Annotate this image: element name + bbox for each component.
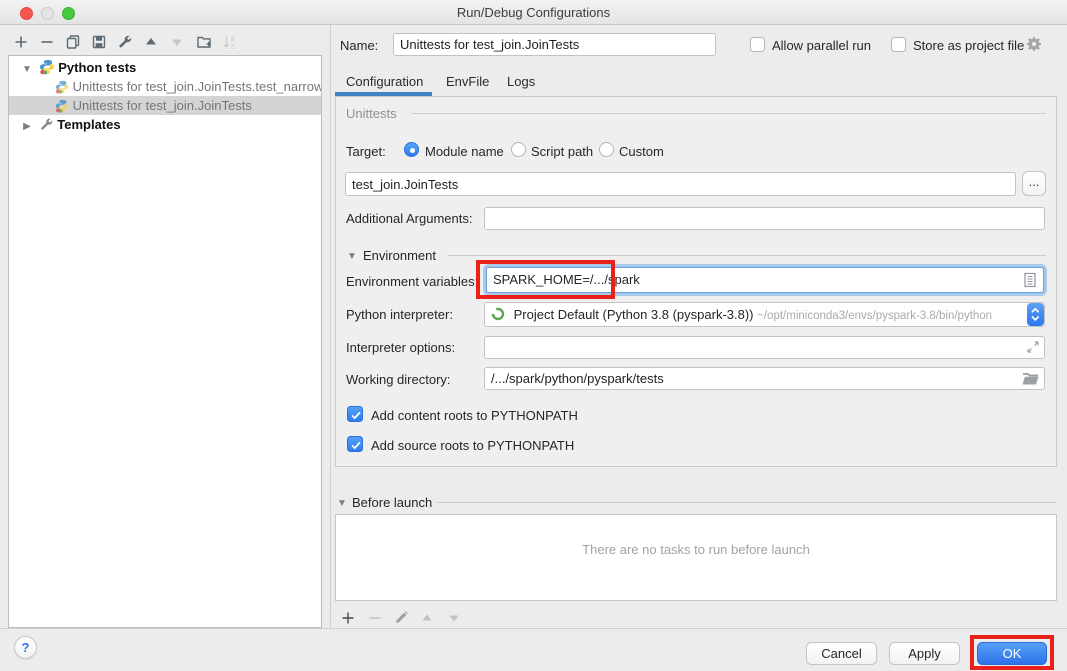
window-title: Run/Debug Configurations — [0, 5, 1067, 20]
tree-item-label: Templates — [57, 117, 120, 132]
title-bar: Run/Debug Configurations — [0, 0, 1067, 25]
svg-text:z: z — [231, 44, 235, 51]
copy-icon[interactable] — [65, 34, 81, 50]
collapse-arrow-icon[interactable]: ▼ — [337, 498, 347, 509]
environment-section-title[interactable]: Environment — [363, 248, 436, 263]
group-divider — [412, 113, 1046, 114]
section-divider — [437, 502, 1057, 503]
pane-splitter[interactable] — [330, 25, 331, 628]
new-folder-icon[interactable] — [196, 34, 212, 50]
collapse-arrow-icon[interactable]: ▼ — [347, 251, 357, 262]
tree-item-templates[interactable]: ▶ Templates — [9, 115, 321, 134]
apply-button[interactable]: Apply — [889, 642, 960, 665]
conda-env-icon — [491, 307, 505, 321]
move-up-icon[interactable] — [143, 34, 159, 50]
tree-item-label: Unittests for test_join.JoinTests — [73, 98, 252, 113]
edit-variables-icon[interactable] — [1023, 272, 1037, 288]
footer-divider — [0, 628, 1067, 629]
edit-task-icon — [394, 611, 408, 625]
radio-module-name-label: Module name — [425, 144, 504, 159]
python-interpreter-label: Python interpreter: — [346, 307, 453, 322]
python-interpreter-value: Project Default (Python 3.8 (pyspark-3.8… — [514, 307, 754, 322]
radio-script-path-label: Script path — [531, 144, 593, 159]
move-task-up-icon — [420, 611, 434, 625]
collapse-arrow-icon[interactable]: ▼ — [19, 60, 35, 77]
dropdown-stepper-icon[interactable] — [1027, 303, 1044, 326]
cancel-button[interactable]: Cancel — [806, 642, 877, 665]
ok-button[interactable]: OK — [977, 642, 1047, 665]
environment-variables-label: Environment variables: — [346, 274, 478, 289]
radio-script-path[interactable] — [511, 142, 526, 157]
add-source-roots-checkbox[interactable] — [347, 436, 363, 452]
move-task-down-icon — [447, 611, 461, 625]
run-debug-configurations-dialog: Run/Debug Configurations az ▼ Python tes… — [0, 0, 1067, 671]
python-test-icon — [55, 80, 69, 94]
additional-arguments-label: Additional Arguments: — [346, 211, 472, 226]
name-input[interactable] — [393, 33, 716, 56]
before-launch-empty-text: There are no tasks to run before launch — [335, 542, 1057, 557]
interpreter-options-input[interactable] — [484, 336, 1045, 359]
remove-task-icon — [368, 611, 382, 625]
expand-arrow-icon[interactable]: ▶ — [19, 117, 35, 134]
tree-item-python-tests[interactable]: ▼ Python tests — [9, 58, 321, 77]
environment-variables-input[interactable]: SPARK_HOME=/.../spark — [486, 267, 1044, 293]
store-as-project-file-label: Store as project file — [913, 38, 1024, 53]
wrench-icon — [39, 117, 54, 132]
radio-module-name[interactable] — [404, 142, 419, 157]
add-content-roots-label: Add content roots to PYTHONPATH — [371, 408, 578, 423]
tab-envfile[interactable]: EnvFile — [446, 74, 489, 89]
working-directory-input[interactable] — [484, 367, 1045, 390]
additional-arguments-input[interactable] — [484, 207, 1045, 230]
python-tests-icon — [39, 59, 55, 75]
store-as-project-file-checkbox[interactable] — [891, 37, 906, 52]
target-input[interactable] — [345, 172, 1016, 196]
section-divider — [448, 255, 1046, 256]
environment-variables-value: SPARK_HOME=/.../spark — [493, 272, 640, 287]
help-button[interactable]: ? — [14, 636, 37, 659]
wrench-icon[interactable] — [117, 34, 133, 50]
tree-item-unittest-narrow[interactable]: Unittests for test_join.JoinTests.test_n… — [9, 77, 321, 96]
python-test-icon — [55, 99, 69, 113]
browse-button[interactable]: ... — [1022, 171, 1046, 196]
svg-text:a: a — [231, 36, 235, 43]
name-label: Name: — [340, 38, 378, 53]
tab-logs[interactable]: Logs — [507, 74, 535, 89]
sort-alphabetically-icon: az — [222, 34, 238, 50]
move-down-icon — [169, 34, 185, 50]
add-task-icon[interactable] — [341, 611, 355, 625]
folder-icon[interactable] — [1022, 371, 1039, 386]
before-launch-task-list — [335, 514, 1057, 601]
add-content-roots-checkbox[interactable] — [347, 406, 363, 422]
radio-custom-label: Custom — [619, 144, 664, 159]
python-interpreter-path: ~/opt/miniconda3/envs/pyspark-3.8/bin/py… — [757, 310, 992, 322]
allow-parallel-run-checkbox[interactable] — [750, 37, 765, 52]
remove-icon[interactable] — [39, 34, 55, 50]
working-directory-label: Working directory: — [346, 372, 451, 387]
tree-item-label: Unittests for test_join.JoinTests.test_n… — [73, 79, 321, 94]
python-interpreter-select[interactable]: Project Default (Python 3.8 (pyspark-3.8… — [484, 302, 1045, 327]
group-title: Unittests — [346, 106, 397, 121]
expand-field-icon[interactable] — [1026, 340, 1040, 354]
save-icon[interactable] — [91, 34, 107, 50]
target-label: Target: — [346, 144, 386, 159]
allow-parallel-run-label: Allow parallel run — [772, 38, 871, 53]
tree-item-label: Python tests — [58, 60, 136, 75]
tab-configuration[interactable]: Configuration — [346, 74, 423, 89]
configurations-tree: ▼ Python tests Unittests for test_join.J… — [8, 55, 322, 628]
add-source-roots-label: Add source roots to PYTHONPATH — [371, 438, 574, 453]
radio-custom[interactable] — [599, 142, 614, 157]
tree-item-unittest-jointests[interactable]: Unittests for test_join.JoinTests — [9, 96, 321, 115]
gear-icon[interactable] — [1026, 36, 1042, 52]
interpreter-options-label: Interpreter options: — [346, 340, 455, 355]
before-launch-title[interactable]: Before launch — [352, 495, 432, 510]
add-icon[interactable] — [13, 34, 29, 50]
